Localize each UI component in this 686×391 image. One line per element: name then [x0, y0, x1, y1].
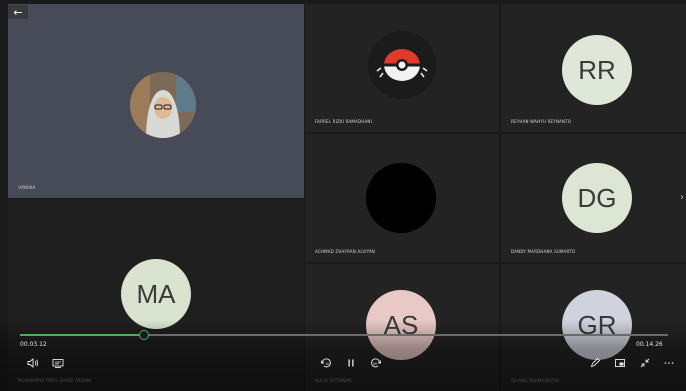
rewind-button[interactable]: 10	[319, 356, 333, 370]
participant-tile: ACHMAD ZHAFRAN ALVIYAN	[305, 134, 499, 262]
participant-photo	[130, 72, 196, 138]
participant-name: FARREL RIZKI RAMADHANI	[315, 119, 372, 124]
forward-30-icon: 30	[371, 358, 381, 368]
video-player: VIRNIKA ← FARREL RIZKI RAMADHANI RR REYH…	[0, 0, 686, 391]
participant-name: DANDY MARDHANA SUMARTO	[511, 249, 576, 254]
rewind-10-icon: 10	[321, 358, 331, 368]
participant-name: VIRNIKA	[18, 185, 36, 190]
participant-avatar	[368, 31, 436, 99]
participant-avatar	[366, 163, 436, 233]
svg-text:30: 30	[373, 362, 377, 366]
participant-name: ACHMAD ZHAFRAN ALVIYAN	[315, 249, 376, 254]
back-button[interactable]: ←	[8, 5, 28, 19]
forward-button[interactable]: 30	[369, 356, 383, 370]
participant-tile: DG DANDY MARDHANA SUMARTO ›	[501, 134, 686, 262]
fullscreen-exit-button[interactable]	[638, 356, 652, 370]
volume-icon	[27, 358, 39, 368]
chevron-right-icon[interactable]: ›	[680, 192, 684, 203]
more-button[interactable]	[662, 356, 676, 370]
volume-button[interactable]	[26, 356, 40, 370]
captions-button[interactable]	[51, 356, 65, 370]
participant-tile: VIRNIKA	[8, 4, 304, 198]
participant-tile: FARREL RIZKI RAMADHANI	[305, 4, 499, 132]
cast-button[interactable]	[613, 356, 627, 370]
seek-handle[interactable]	[138, 330, 149, 340]
participant-tile: RR REYHAN WAHYU REYNANTO	[501, 4, 686, 132]
participant-initials: RR	[562, 35, 632, 105]
seek-bar[interactable]	[20, 330, 668, 340]
seek-progress	[20, 334, 144, 336]
pause-button[interactable]	[344, 356, 358, 370]
participant-initials: DG	[562, 163, 632, 233]
arrow-left-icon: ←	[13, 5, 23, 19]
pokeball-icon	[376, 49, 428, 81]
total-time: 00.14.26	[636, 341, 663, 348]
pen-button[interactable]	[588, 356, 602, 370]
more-icon	[664, 362, 674, 364]
cast-icon	[615, 359, 625, 367]
player-controls	[0, 320, 686, 391]
svg-text:10: 10	[325, 362, 329, 366]
fullscreen-exit-icon	[640, 358, 650, 368]
person-photo-icon	[130, 72, 196, 138]
pen-icon	[590, 357, 601, 368]
participant-initials: MA	[121, 259, 191, 329]
current-time: 00.03.12	[20, 341, 47, 348]
pause-icon	[348, 359, 354, 367]
participant-name: REYHAN WAHYU REYNANTO	[511, 119, 572, 124]
captions-icon	[52, 359, 64, 368]
